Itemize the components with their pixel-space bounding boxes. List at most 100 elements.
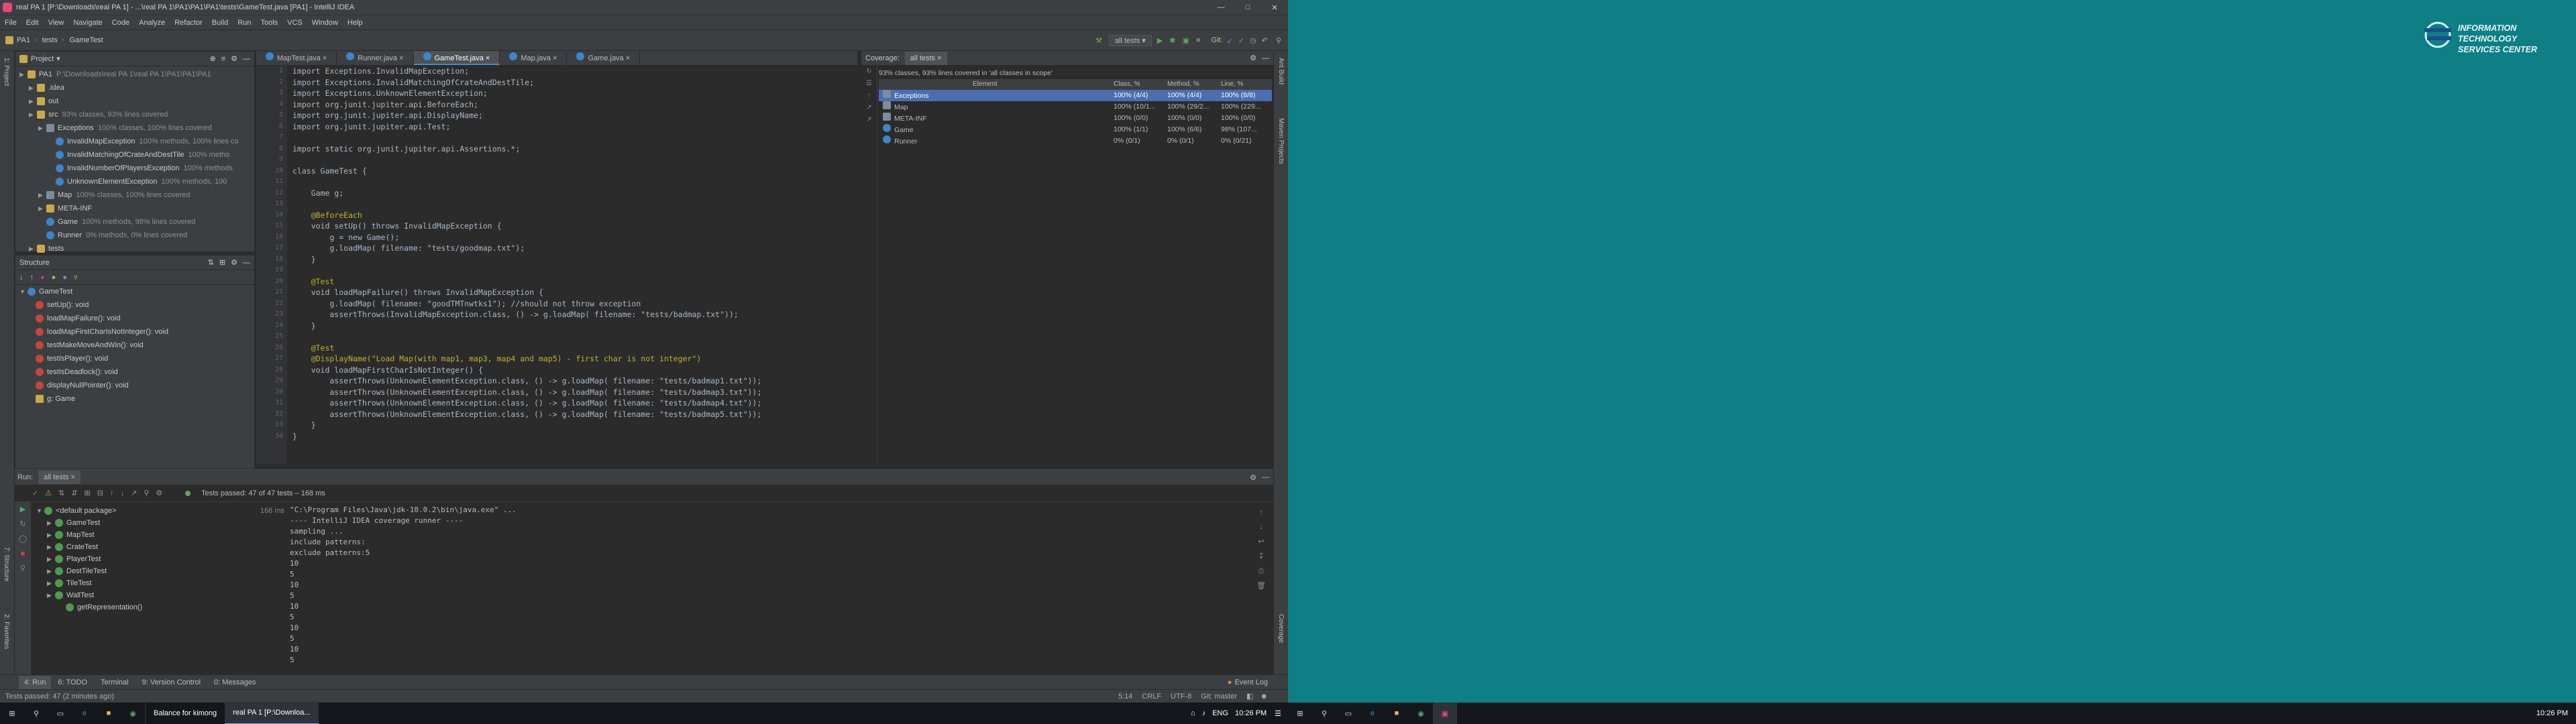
maximize-button[interactable]: □ <box>1234 3 1261 11</box>
tool-tab-terminal[interactable]: Terminal <box>94 678 136 686</box>
coverage-rerun-icon[interactable]: ↻ <box>861 66 877 78</box>
test-tree-item[interactable]: ▶ WallTest <box>34 589 288 601</box>
search-everywhere-icon[interactable]: ⚲ <box>1276 36 1281 45</box>
minimize-button[interactable]: — <box>1208 3 1234 11</box>
project-tree-item[interactable]: Runner 0% methods, 0% lines covered <box>15 229 254 242</box>
tool-tab-vcs[interactable]: 9: Version Control <box>136 678 207 686</box>
hide-panel-icon[interactable]: — <box>243 55 250 63</box>
favorites-tool-tab[interactable]: 2: Favorites <box>3 614 10 649</box>
test-tree-item[interactable]: ▼ <default package> 168 ms <box>34 505 288 517</box>
test-tree-item[interactable]: ▶ PlayerTest <box>34 553 288 565</box>
sort-visibility-icon[interactable]: ↑ <box>30 274 34 282</box>
expand-arrow-icon[interactable]: ▼ <box>36 505 43 517</box>
stop-run-icon[interactable]: ■ <box>15 546 31 561</box>
language-indicator[interactable]: ENG <box>1212 709 1228 717</box>
expand-all-icon[interactable]: ⊞ <box>219 258 225 267</box>
run-hide-icon[interactable]: — <box>1262 473 1269 481</box>
show-ignored-icon[interactable]: ⚠ <box>45 489 52 497</box>
project-tree-item[interactable]: ▶ tests <box>15 242 254 255</box>
scroll-end-icon[interactable]: ↧ <box>1253 549 1269 564</box>
clear-console-icon[interactable]: 🗑 <box>1253 579 1269 593</box>
vcs-history-icon[interactable]: ◷ <box>1250 36 1256 45</box>
coverage-up-icon[interactable]: ↑ <box>861 90 877 102</box>
filter-icon[interactable]: ▿ <box>74 273 78 282</box>
coverage-row[interactable]: Map 100% (10/1... 100% (29/2... 100% (229..… <box>879 101 1272 113</box>
test-tree-item[interactable]: ▶ MapTest <box>34 529 288 541</box>
close-tab-icon[interactable]: × <box>484 54 490 62</box>
vcs-commit-icon[interactable]: ✓ <box>1238 36 1244 45</box>
project-tree-item[interactable]: ▶ .idea <box>15 81 254 95</box>
intellij-icon-2[interactable]: ▣ <box>1433 703 1457 724</box>
structure-item[interactable]: testIsDeadlock(): void <box>15 365 254 379</box>
expand-arrow-icon[interactable]: ▶ <box>47 517 54 529</box>
vcs-revert-icon[interactable]: ↶ <box>1262 36 1268 45</box>
coverage-export-icon[interactable]: ↗ <box>861 114 877 126</box>
close-button[interactable]: ✕ <box>1261 3 1288 12</box>
structure-item[interactable]: loadMapFailure(): void <box>15 312 254 325</box>
structure-item[interactable]: loadMapFirstCharIsNotInteger(): void <box>15 325 254 339</box>
tool-tab-todo[interactable]: 6: TODO <box>51 678 94 686</box>
editor-tab[interactable]: GameTest.java × <box>413 51 500 65</box>
stop-icon[interactable]: ■ <box>1196 36 1201 44</box>
line-separator[interactable]: CRLF <box>1142 692 1161 701</box>
coverage-tool-tab[interactable]: Coverage <box>1277 614 1285 643</box>
menu-file[interactable]: File <box>0 15 21 30</box>
menu-tools[interactable]: Tools <box>256 15 282 30</box>
show-inherited-icon[interactable]: ● <box>40 274 45 282</box>
lock-icon[interactable]: ◧ <box>1246 692 1253 701</box>
notification-icon[interactable]: ☰ <box>1275 709 1281 718</box>
col-line[interactable]: Line, % <box>1221 79 1272 90</box>
run-settings-icon[interactable]: ⚙ <box>156 489 162 497</box>
test-tree-item[interactable]: ▶ CrateTest <box>34 541 288 553</box>
clock[interactable]: 10:26 PM <box>1235 709 1267 717</box>
editor-tab[interactable]: MapTest.java × <box>256 51 337 65</box>
expand-arrow-icon[interactable]: ▶ <box>29 81 36 95</box>
structure-item[interactable]: setUp(): void <box>15 298 254 312</box>
expand-arrow-icon[interactable]: ▶ <box>38 202 45 215</box>
expand-arrow-icon[interactable]: ▶ <box>38 188 45 202</box>
collapse-icon[interactable]: ≡ <box>221 55 225 63</box>
pin-tab-icon[interactable]: ⚲ <box>15 561 31 576</box>
expand-arrow-icon[interactable]: ▶ <box>47 589 54 601</box>
sort-icon[interactable]: ⇅ <box>208 258 214 267</box>
structure-item[interactable]: g: Game <box>15 392 254 406</box>
run-config-tab[interactable]: all tests × <box>38 471 81 484</box>
menu-help[interactable]: Help <box>343 15 368 30</box>
expand-tests-icon[interactable]: ⊞ <box>85 489 91 497</box>
structure-root[interactable]: ▼ GameTest <box>15 285 254 298</box>
next-test-icon[interactable]: ↓ <box>120 489 124 497</box>
volume-icon[interactable]: ♪ <box>1202 709 1206 717</box>
taskbar-item-ide[interactable]: real PA 1 [P:\Downloa... <box>225 702 319 724</box>
zoom-icon[interactable]: ⚲ <box>144 489 149 497</box>
show-passed-icon[interactable]: ✓ <box>32 489 38 497</box>
close-tab-icon[interactable]: × <box>397 54 403 62</box>
show-properties-icon[interactable]: ● <box>62 274 67 282</box>
close-tab-icon[interactable]: × <box>624 54 630 62</box>
task-view-icon[interactable]: ▭ <box>48 703 72 724</box>
test-tree-item[interactable]: ▶ DestTileTest <box>34 565 288 577</box>
menu-navigate[interactable]: Navigate <box>68 15 107 30</box>
taskbar-item-browser[interactable]: Balance for kimong <box>145 703 225 724</box>
editor-tab[interactable]: Runner.java × <box>337 51 414 65</box>
inspector-icon[interactable]: ☻ <box>1260 692 1268 701</box>
start-button[interactable]: ⊞ <box>0 703 24 724</box>
close-tab-icon[interactable]: × <box>321 54 327 62</box>
coverage-row[interactable]: Runner 0% (0/1) 0% (0/1) 0% (0/21) <box>879 135 1272 147</box>
debug-icon[interactable]: ✱ <box>1169 36 1175 45</box>
rerun-failed-icon[interactable]: ↻ <box>15 517 31 532</box>
code-area[interactable]: import Exceptions.InvalidMapException; im… <box>292 66 856 442</box>
run-gear-icon[interactable]: ⚙ <box>1250 473 1256 482</box>
expand-arrow-icon[interactable]: ▶ <box>19 68 26 81</box>
sort-tests-icon[interactable]: ⇅ <box>58 489 64 497</box>
print-icon[interactable]: ⎙ <box>1253 564 1269 579</box>
build-hammer-icon[interactable]: ⚒ <box>1095 36 1102 45</box>
project-tree-item[interactable]: ▶ Exceptions 100% classes, 100% lines cove… <box>15 121 254 135</box>
coverage-row[interactable]: Game 100% (1/1) 100% (6/6) 98% (107... <box>879 124 1272 135</box>
col-class[interactable]: Class, % <box>1114 79 1167 90</box>
search-icon[interactable]: ⚲ <box>24 703 48 724</box>
show-fields-icon[interactable]: ● <box>52 274 56 282</box>
start-button-2[interactable]: ⊞ <box>1288 703 1312 724</box>
menu-run[interactable]: Run <box>233 15 256 30</box>
test-tree-item[interactable]: ▶ GameTest <box>34 517 288 529</box>
menu-vcs[interactable]: VCS <box>282 15 307 30</box>
